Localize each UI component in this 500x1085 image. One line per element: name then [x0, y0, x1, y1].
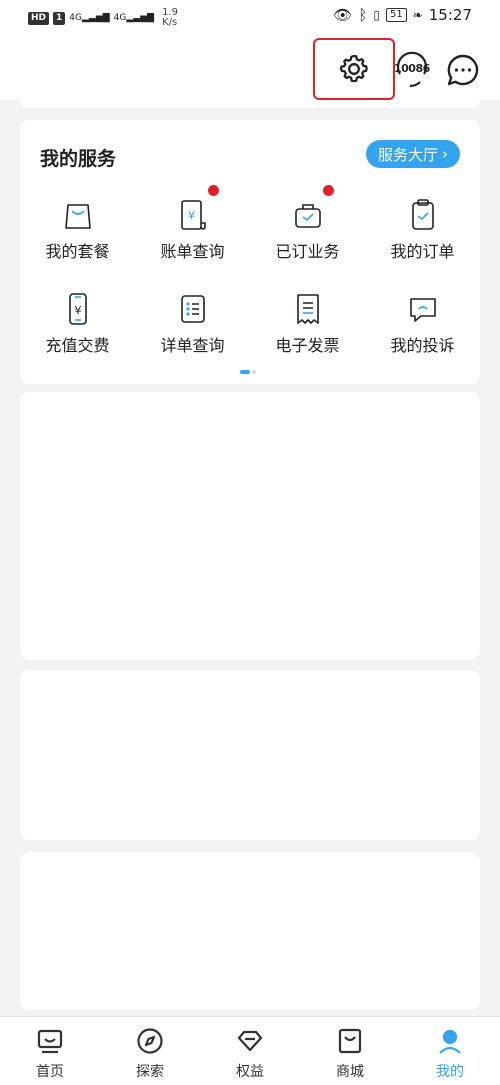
leaf-icon: ❧ [412, 8, 423, 22]
bottom-tab-bar: 首页 探索 权益 商城 我的 [0, 1016, 500, 1085]
tab-label: 我的 [436, 1064, 464, 1080]
service-my-plan[interactable]: 我的套餐 [20, 190, 135, 280]
service-label: 已订业务 [275, 242, 340, 261]
svg-text:¥: ¥ [188, 209, 195, 222]
profile-icon [439, 1029, 461, 1054]
top-bar: 10086 [0, 36, 500, 100]
hotline-number: 10086 [394, 62, 430, 75]
tab-label: 首页 [36, 1064, 64, 1080]
tab-benefits[interactable]: 权益 [200, 1017, 300, 1085]
service-hall-label: 服务大厅 [377, 145, 438, 164]
bluetooth-icon: ᛒ [358, 6, 368, 24]
vibrate-icon: ▯ [373, 8, 380, 22]
chat-bubble-icon [447, 54, 479, 86]
page-dot-active [240, 370, 250, 374]
header-card-edge [20, 100, 480, 108]
tab-label: 权益 [236, 1064, 264, 1080]
clipboard-check-icon [412, 199, 434, 230]
svg-text:¥: ¥ [75, 304, 82, 317]
status-right: 👁 ᛒ ▯ 51 ❧ 15:27 [333, 6, 472, 24]
home-icon [37, 1029, 63, 1054]
receipt-icon [297, 294, 319, 324]
phone-recharge-icon: ¥ [69, 293, 87, 325]
subscribed-briefcase-icon [295, 204, 321, 228]
bill-icon: ¥ [181, 200, 206, 230]
signal-icon: 4G▂▃▅▇ [69, 13, 110, 23]
content-card-2 [20, 670, 480, 840]
store-bag-icon [338, 1028, 362, 1054]
chevron-right-icon: › [442, 145, 448, 163]
service-bill-query[interactable]: ¥ 账单查询 [135, 190, 250, 280]
service-e-invoice[interactable]: 电子发票 [250, 284, 365, 374]
eye-icon: 👁 [333, 6, 353, 24]
subscribed-notification-badge [323, 185, 334, 196]
tab-mall[interactable]: 商城 [300, 1017, 400, 1085]
status-left: HD 1 4G▂▃▅▇ 4G▂▃▅▇ 1.9 K/s [28, 8, 178, 28]
service-hall-button[interactable]: 服务大厅 › [365, 140, 460, 168]
speed-unit: K/s [162, 17, 178, 28]
service-label: 我的订单 [390, 242, 455, 261]
page-dot [252, 370, 256, 374]
signal-icon: 4G▂▃▅▇ [113, 13, 155, 23]
service-label: 账单查询 [160, 242, 225, 261]
service-label: 我的投诉 [390, 336, 455, 355]
clock: 15:27 [428, 6, 472, 24]
customer-service-button[interactable]: 10086 [392, 48, 432, 92]
complaint-chat-icon [410, 298, 436, 322]
service-label: 充值交费 [45, 336, 110, 355]
content-card-1 [20, 392, 480, 660]
bill-notification-badge [208, 185, 219, 196]
my-services-card: 我的服务 服务大厅 › 我的套餐 ¥ 账单查询 已订业务 我的订单 ¥ 充值交费… [20, 120, 480, 384]
service-my-orders[interactable]: 我的订单 [365, 190, 480, 280]
battery-icon: 51 [385, 8, 407, 22]
status-bar: HD 1 4G▂▃▅▇ 4G▂▃▅▇ 1.9 K/s 👁 ᛒ ▯ 51 ❧ 15… [0, 0, 500, 36]
service-label: 详单查询 [160, 336, 225, 355]
service-recharge[interactable]: ¥ 充值交费 [20, 284, 135, 374]
service-subscribed[interactable]: 已订业务 [250, 190, 365, 280]
settings-button[interactable] [313, 38, 395, 100]
sim-badge: 1 [53, 11, 66, 25]
tab-label: 商城 [336, 1064, 364, 1080]
diamond-icon [237, 1030, 263, 1052]
gear-icon [339, 54, 368, 83]
message-button[interactable] [443, 50, 483, 90]
hd-badge: HD [28, 11, 50, 25]
network-speed: 1.9 K/s [162, 8, 178, 28]
detail-list-icon [181, 295, 205, 323]
page-indicator [240, 370, 256, 374]
section-title: 我的服务 [40, 148, 117, 170]
content-card-3 [20, 852, 480, 1010]
compass-icon [137, 1028, 163, 1054]
tab-explore[interactable]: 探索 [100, 1017, 200, 1085]
network-type: 4G [113, 13, 127, 23]
service-detail-query[interactable]: 详单查询 [135, 284, 250, 374]
tab-mine[interactable]: 我的 [400, 1017, 500, 1085]
network-type: 4G [69, 13, 82, 23]
tab-label: 探索 [136, 1064, 164, 1080]
service-label: 电子发票 [275, 336, 340, 355]
service-complaints[interactable]: 我的投诉 [365, 284, 480, 374]
service-label: 我的套餐 [45, 242, 110, 261]
tab-home[interactable]: 首页 [0, 1017, 100, 1085]
shopping-bag-icon [65, 204, 91, 229]
